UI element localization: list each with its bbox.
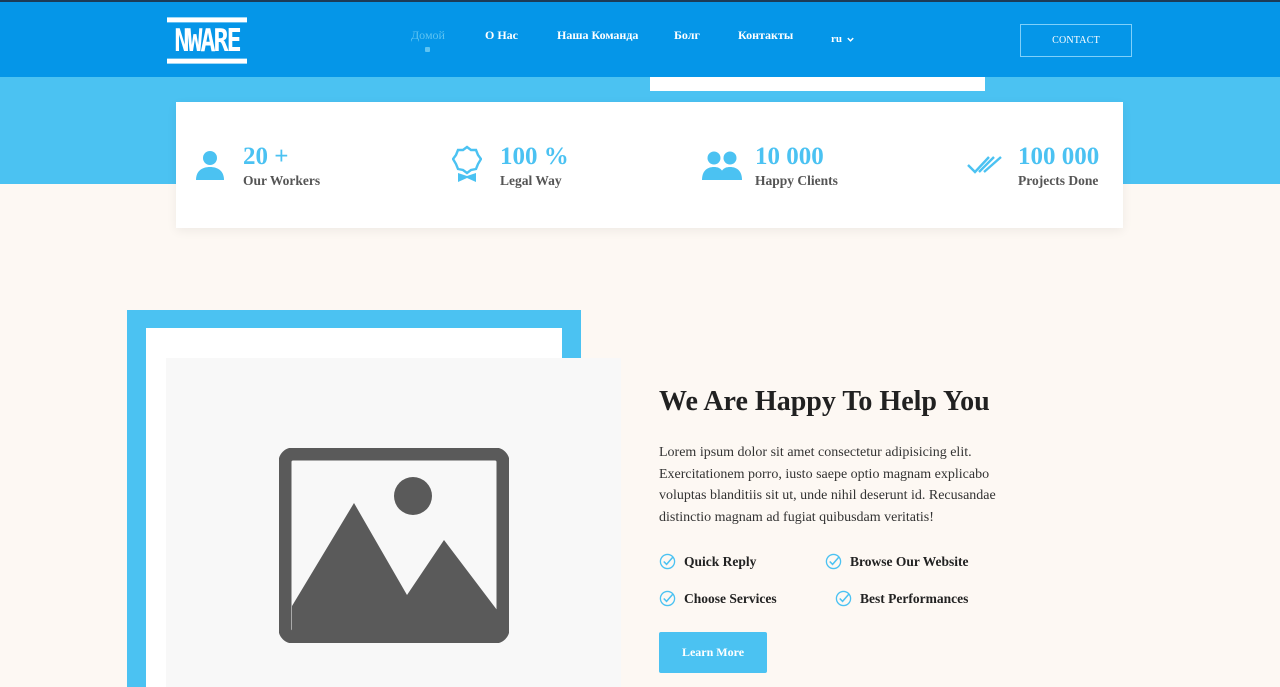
users-icon <box>702 151 742 180</box>
feature-browse-website: Browse Our Website <box>825 553 969 570</box>
double-check-icon <box>967 156 1002 174</box>
language-label: ru <box>831 33 842 45</box>
check-circle-icon <box>825 553 842 570</box>
top-navbar: NWARE Домой О Нас Наша Команда Болг Конт… <box>0 0 1280 77</box>
feature-label: Browse Our Website <box>850 553 969 569</box>
nav-home[interactable]: Домой <box>411 28 445 43</box>
stat-value-legal: 100 % <box>500 143 569 170</box>
check-circle-icon <box>659 553 676 570</box>
stat-label-legal: Legal Way <box>500 173 562 188</box>
feature-best-performances: Best Performances <box>835 590 968 607</box>
stat-value-workers: 20 + <box>243 143 289 170</box>
feature-label: Quick Reply <box>684 553 757 569</box>
user-icon <box>196 151 224 180</box>
image-placeholder-icon <box>279 448 509 643</box>
language-selector[interactable]: ru <box>831 33 855 45</box>
nav-team[interactable]: Наша Команда <box>557 28 638 43</box>
section-title: We Are Happy To Help You <box>659 386 990 417</box>
check-circle-icon <box>659 590 676 607</box>
nav-contacts[interactable]: Контакты <box>738 28 793 43</box>
stat-value-clients: 10 000 <box>755 143 824 170</box>
award-badge-icon <box>452 145 482 182</box>
active-nav-indicator <box>425 47 430 52</box>
stat-label-projects: Projects Done <box>1018 173 1099 188</box>
stats-card: 20 + Our Workers 100 % Legal Way 10 000 … <box>176 102 1123 228</box>
learn-more-button[interactable]: Learn More <box>659 632 767 673</box>
hero-strip <box>650 77 985 91</box>
nav-about[interactable]: О Нас <box>485 28 518 43</box>
stat-label-workers: Our Workers <box>243 173 321 188</box>
image-placeholder <box>166 358 621 687</box>
feature-label: Choose Services <box>684 590 777 606</box>
feature-label: Best Performances <box>860 590 969 606</box>
nav-blog[interactable]: Болг <box>674 28 700 43</box>
feature-choose-services: Choose Services <box>659 590 777 607</box>
contact-button[interactable]: CONTACT <box>1020 24 1132 57</box>
stat-value-projects: 100 000 <box>1018 143 1100 170</box>
feature-quick-reply: Quick Reply <box>659 553 756 570</box>
chevron-down-icon <box>847 37 854 42</box>
stat-label-clients: Happy Clients <box>755 173 838 188</box>
logo[interactable]: NWARE <box>167 17 247 64</box>
check-circle-icon <box>835 590 852 607</box>
section-description: Lorem ipsum dolor sit amet consectetur a… <box>659 445 996 525</box>
